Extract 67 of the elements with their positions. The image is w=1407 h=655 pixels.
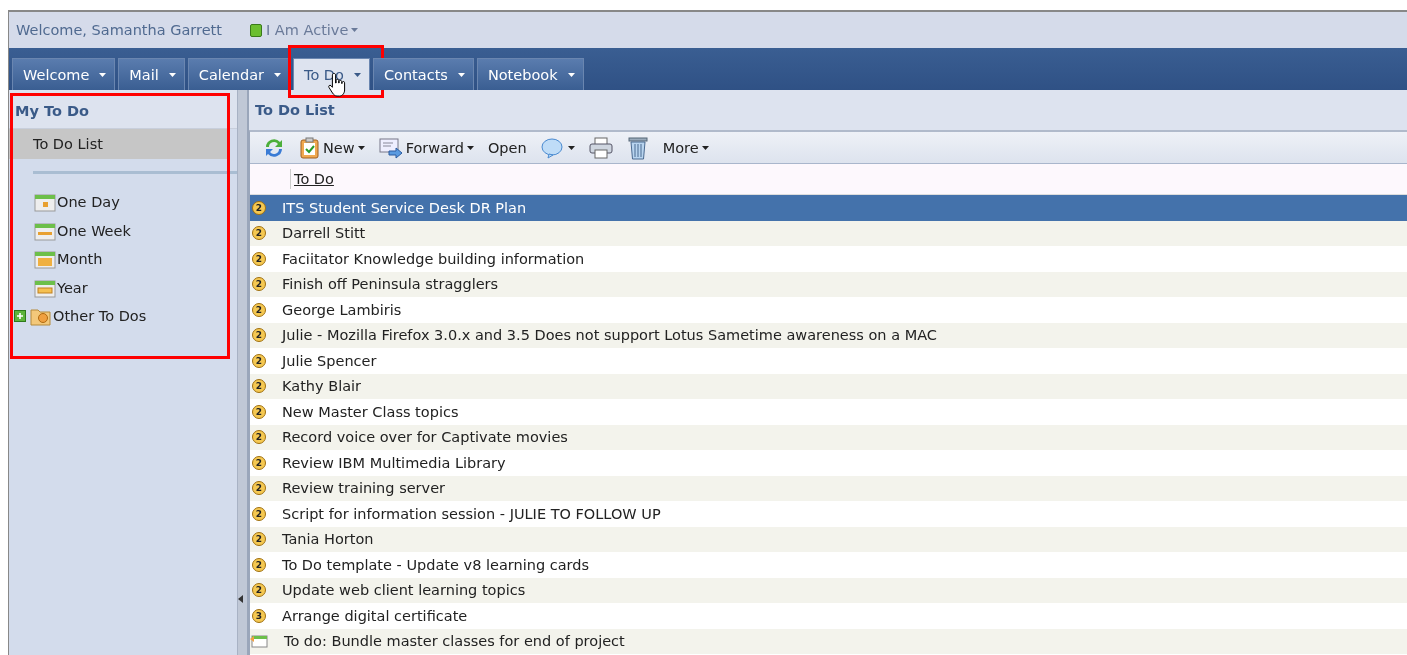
priority-badge: 2 [252,353,266,368]
printer-icon [588,136,613,159]
caret-icon [351,28,359,32]
nav-tab[interactable]: Notebook [476,58,584,90]
forward-button[interactable]: Forward [374,133,478,162]
caret-icon [567,72,575,77]
calendar-icon [34,249,56,270]
calendar-icon [34,277,56,298]
toolbar-button[interactable]: Open [483,133,531,162]
priority-badge: 2 [252,226,266,241]
priority-badge: 2 [252,481,266,496]
todo-row[interactable]: 2 Record voice over for Captivate movies [250,424,1407,450]
forward-mail-icon [378,136,403,159]
nav-tab[interactable]: Mail [118,58,185,90]
todo-row[interactable]: 2 Tania Horton [250,526,1407,552]
nav-tab[interactable]: Welcome [12,58,116,90]
nav-tab[interactable]: To Do [293,58,370,90]
caret-icon [168,72,176,77]
todo-row[interactable]: 2 Finish off Peninsula stragglers [250,271,1407,297]
priority-badge: 2 [252,455,266,470]
priority-badge: 2 [252,251,266,266]
caret-icon [457,72,465,77]
priority-badge: 2 [252,200,266,215]
caret-icon [99,72,107,77]
todo-row[interactable]: To do: Bundle master classes for end of project [250,628,1407,654]
calendar-icon [34,192,56,213]
sidebar-item[interactable]: Other To Dos [53,308,147,325]
todo-row[interactable]: 2 Kathy Blair [250,373,1407,399]
new-button[interactable]: New [296,133,369,162]
expand-icon[interactable] [14,310,26,323]
priority-badge: 2 [252,328,266,343]
status-icon [249,23,262,37]
welcome-text: Welcome, Samantha Garrett [16,22,222,38]
todo-row[interactable]: 2 ITS Student Service Desk DR Plan [250,195,1407,221]
sidebar-item[interactable]: One Week [57,222,131,239]
nav-tab[interactable]: Contacts [372,58,474,90]
column-header[interactable]: To Do [291,171,334,187]
priority-badge: 2 [252,404,266,419]
priority-badge: 2 [252,532,266,547]
priority-badge: 2 [252,379,266,394]
priority-badge: 2 [252,302,266,317]
priority-badge: 2 [252,277,266,292]
todo-row[interactable]: 2 Update web client learning topics [250,577,1407,603]
priority-badge: 3 [252,608,266,623]
sidebar-item[interactable]: Year [57,279,88,296]
view-title: To Do List [254,101,336,120]
priority-badge: 2 [252,430,266,445]
priority-badge: 2 [252,557,266,572]
priority-badge: 2 [252,506,266,521]
sidebar-item[interactable]: To Do List [9,129,227,159]
sidebar-item[interactable]: Month [57,251,103,268]
todo-row[interactable]: 2 Julie - Mozilla Firefox 3.0.x and 3.5 Does not support Lotus Sametime awareness on a MAC [250,322,1407,348]
caret-icon [274,72,281,77]
todo-row[interactable]: 2 Darrell Stitt [250,220,1407,246]
nav-tab[interactable]: Calendar [187,58,290,90]
trash-icon [626,135,649,160]
caret-icon [353,72,361,77]
toolbar-button[interactable]: More [658,133,713,162]
chat-icon [540,136,565,159]
clipboard-icon [300,136,320,159]
todo-row[interactable]: 2 Review training server [250,475,1407,501]
collapse-arrow-icon[interactable] [238,594,243,603]
folder-icon [30,306,52,327]
calendar-icon [34,220,56,241]
priority-badge: 2 [252,583,266,598]
sidebar-title: My To Do [9,90,237,129]
sidebar-item[interactable]: One Day [57,194,120,211]
